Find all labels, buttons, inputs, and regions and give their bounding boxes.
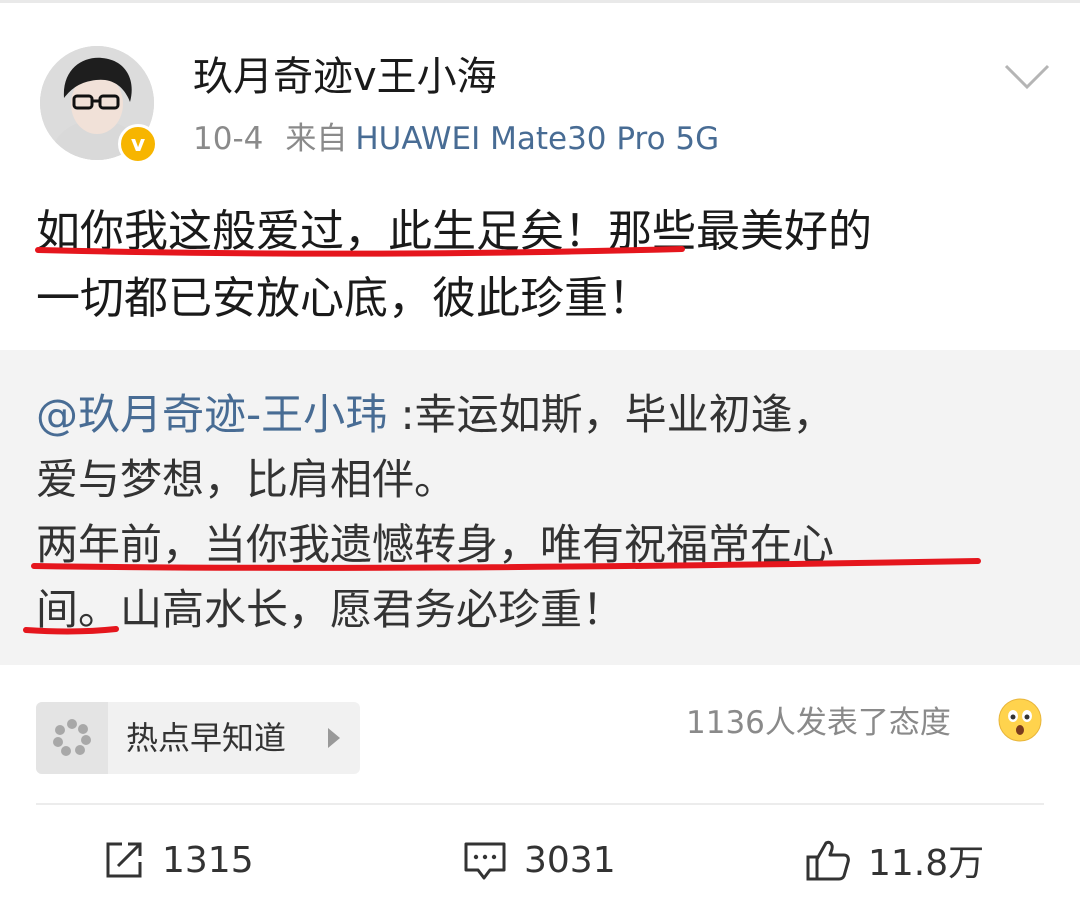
post-content: 如你我这般爱过，此生足矣！那些最美好的 一切都已安放心底，彼此珍重！ (36, 198, 1056, 332)
repost-button[interactable]: 1315 (102, 830, 254, 890)
post-source-prefix: 来自 (285, 121, 348, 157)
wow-emoji-icon[interactable] (998, 698, 1042, 742)
post-content-line: 如你我这般爱过，此生足矣！那些最美好的 (36, 206, 872, 257)
repost-content: @玖月奇迹-王小玮 :幸运如斯，毕业初逢， 爱与梦想，比肩相伴。 两年前，当你我… (36, 382, 1056, 642)
topic-icon (36, 702, 108, 774)
topic-label: 热点早知道 (126, 719, 287, 757)
verified-badge-icon: v (118, 124, 158, 164)
repost-mention-link[interactable]: @玖月奇迹-王小玮 (36, 390, 387, 439)
topic-chip[interactable]: 热点早知道 (36, 702, 360, 774)
comment-button[interactable]: 3031 (462, 830, 616, 890)
post-device[interactable]: HUAWEI Mate30 Pro 5G (355, 121, 719, 157)
repost-text: 两年前，当你我遗憾转身，唯有祝福常在心 (36, 520, 835, 569)
like-count: 11.8万 (868, 843, 985, 884)
comment-icon (464, 842, 506, 880)
repost-text: 间。山高水长，愿君务必珍重！ (36, 585, 625, 634)
repost-count: 1315 (162, 839, 254, 881)
post-content-line: 一切都已安放心底，彼此珍重！ (36, 273, 652, 324)
post-meta: 10-4 来自 HUAWEI Mate30 Pro 5G (193, 118, 719, 160)
repost-icon (106, 842, 142, 878)
comment-count: 3031 (524, 839, 616, 881)
top-divider (0, 0, 1080, 3)
like-icon (806, 840, 850, 881)
post-username[interactable]: 玖月奇迹v王小海 (193, 52, 497, 102)
like-button[interactable]: 11.8万 (804, 830, 984, 890)
repost-text: :幸运如斯，毕业初逢， (387, 390, 835, 439)
reaction-summary[interactable]: 1136人发表了态度 (686, 700, 951, 746)
chevron-down-icon[interactable] (1004, 64, 1050, 90)
repost-text: 爱与梦想，比肩相伴。 (36, 455, 457, 504)
arrow-right-icon (328, 728, 340, 748)
post-time: 10-4 (193, 121, 264, 157)
actions-divider (36, 803, 1044, 805)
